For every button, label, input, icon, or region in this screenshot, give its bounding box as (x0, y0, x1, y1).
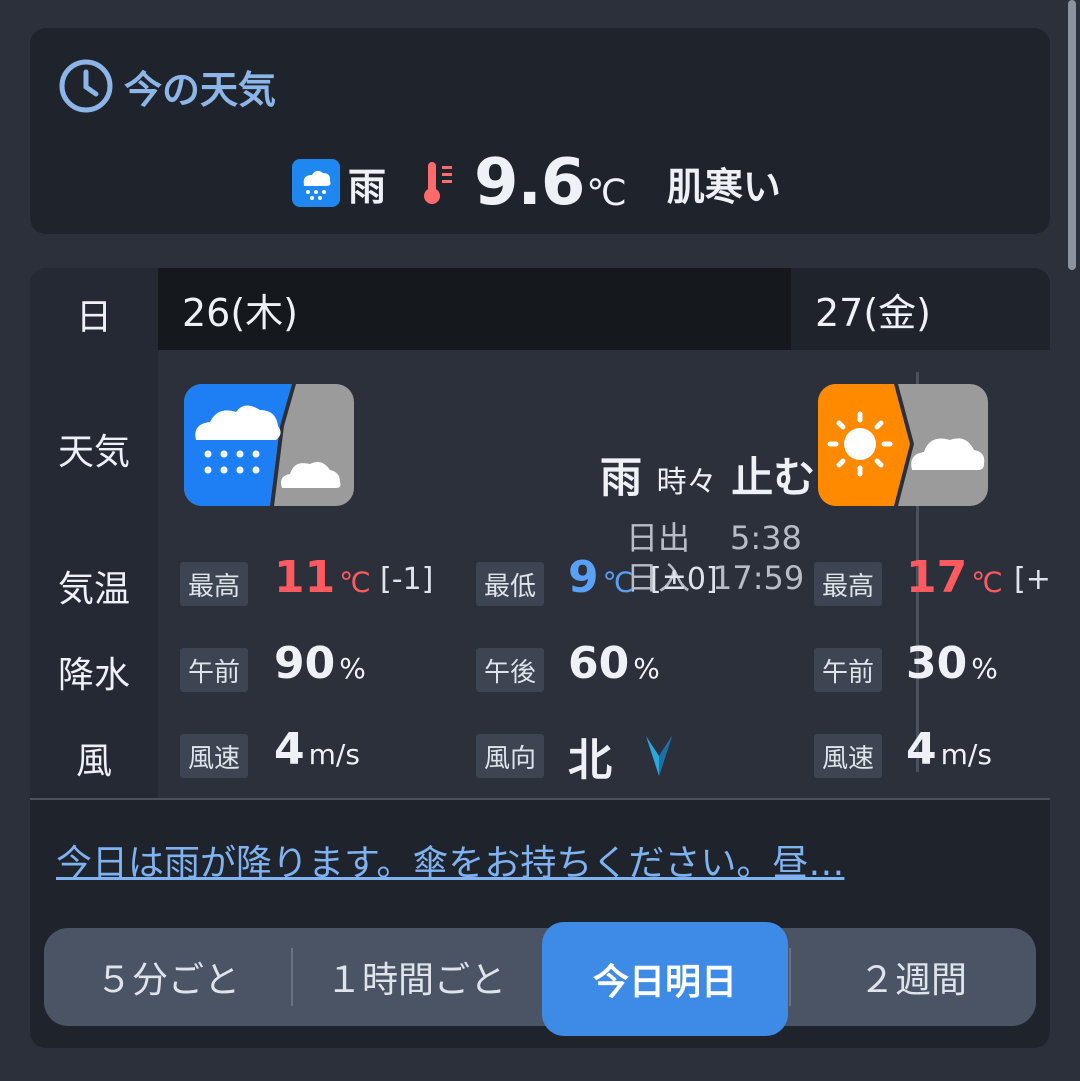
tab-hourly[interactable]: １時間ごと (292, 928, 540, 1026)
row-label-column: 日 天気 気温 降水 風 (30, 268, 158, 798)
wind-speed-label-day2: 風速 (814, 734, 883, 778)
wind-speed: 4 m/s (274, 724, 360, 775)
current-temperature: 9.6 (474, 146, 585, 220)
high-label-day2: 最高 (814, 562, 883, 606)
desc-end: 止む (731, 453, 816, 502)
section-divider (30, 798, 1050, 800)
scrollbar[interactable] (1068, 0, 1076, 270)
pm-precip: 60% (568, 638, 660, 689)
rain-then-cloudy-icon (184, 384, 354, 506)
wind-dir: 北 (568, 735, 612, 786)
desc-mid: 時々 (656, 465, 717, 500)
day-forecast-body: 雨 時々 止む 日出 5:38 日入 17:59 最高 11 ℃ [-1] 最低… (158, 350, 1050, 798)
high-temp-diff: [-1] (380, 562, 434, 597)
sunset-time: 17:59 (712, 559, 805, 597)
sunrise-label: 日出 (626, 519, 691, 557)
am-precip-day2: 30% (906, 638, 998, 689)
wind-speed-day2: 4 m/s (906, 724, 992, 775)
day-header-today: 26(木) (158, 268, 791, 350)
am-label: 午前 (180, 648, 249, 692)
row-label-wind: 風 (75, 741, 112, 782)
am-label-day2: 午前 (814, 648, 883, 692)
row-label-precip: 降水 (57, 655, 130, 696)
high-label: 最高 (180, 562, 249, 606)
low-label: 最低 (476, 562, 545, 606)
high-temp: 11 ℃ (274, 552, 371, 603)
rain-icon (292, 159, 340, 207)
row-label-date: 日 (75, 297, 112, 338)
current-weather-row: 雨 9.6 ℃ 肌寒い (292, 146, 781, 220)
am-precip: 90% (274, 638, 366, 689)
clock-icon (59, 59, 113, 113)
row-label-weather: 天気 (57, 432, 130, 473)
current-weather-card: 今の天気 雨 9.6 ℃ 肌寒い (30, 28, 1050, 234)
high-temp-day2: 17 ℃ (906, 552, 1003, 603)
sunrise-time: 5:38 (730, 519, 802, 557)
current-temperature-unit: ℃ (586, 173, 627, 214)
sunny-then-cloudy-icon (818, 384, 988, 506)
wind-speed-label: 風速 (180, 734, 249, 778)
day-weather-description: 雨 時々 止む (600, 444, 815, 505)
day-header-tomorrow: 27(金) (791, 268, 1050, 350)
pm-label: 午後 (476, 648, 545, 692)
tab-2weeks[interactable]: ２週間 (790, 928, 1036, 1026)
desc-main: 雨 (600, 453, 643, 502)
forecast-card: 日 天気 気温 降水 風 26(木) 27(金) 雨 時々 止む 日出 5:38… (30, 268, 1050, 1048)
current-weather-header: 今の天気 (58, 58, 276, 114)
tab-5min[interactable]: ５分ごと (44, 928, 292, 1026)
wind-dir-label: 風向 (476, 734, 545, 778)
forecast-comment-link[interactable]: 今日は雨が降ります。傘をお持ちください。昼… (56, 834, 844, 886)
current-weather-title: 今の天気 (124, 67, 277, 112)
thermometer-icon (424, 162, 453, 204)
wind-arrow-icon (646, 736, 672, 776)
low-temp-diff: [±0] (650, 562, 718, 597)
row-label-temp: 気温 (57, 569, 130, 610)
high-temp-diff-day2: [+6 (1014, 562, 1050, 597)
current-weather-text: 雨 (348, 164, 387, 209)
current-feel: 肌寒い (666, 164, 781, 209)
low-temp: 9 ℃ (568, 552, 635, 603)
tab-today-tomorrow[interactable]: 今日明日 (542, 922, 788, 1036)
forecast-tab-bar: ５分ごと １時間ごと 今日明日 ２週間 (44, 922, 1036, 1036)
